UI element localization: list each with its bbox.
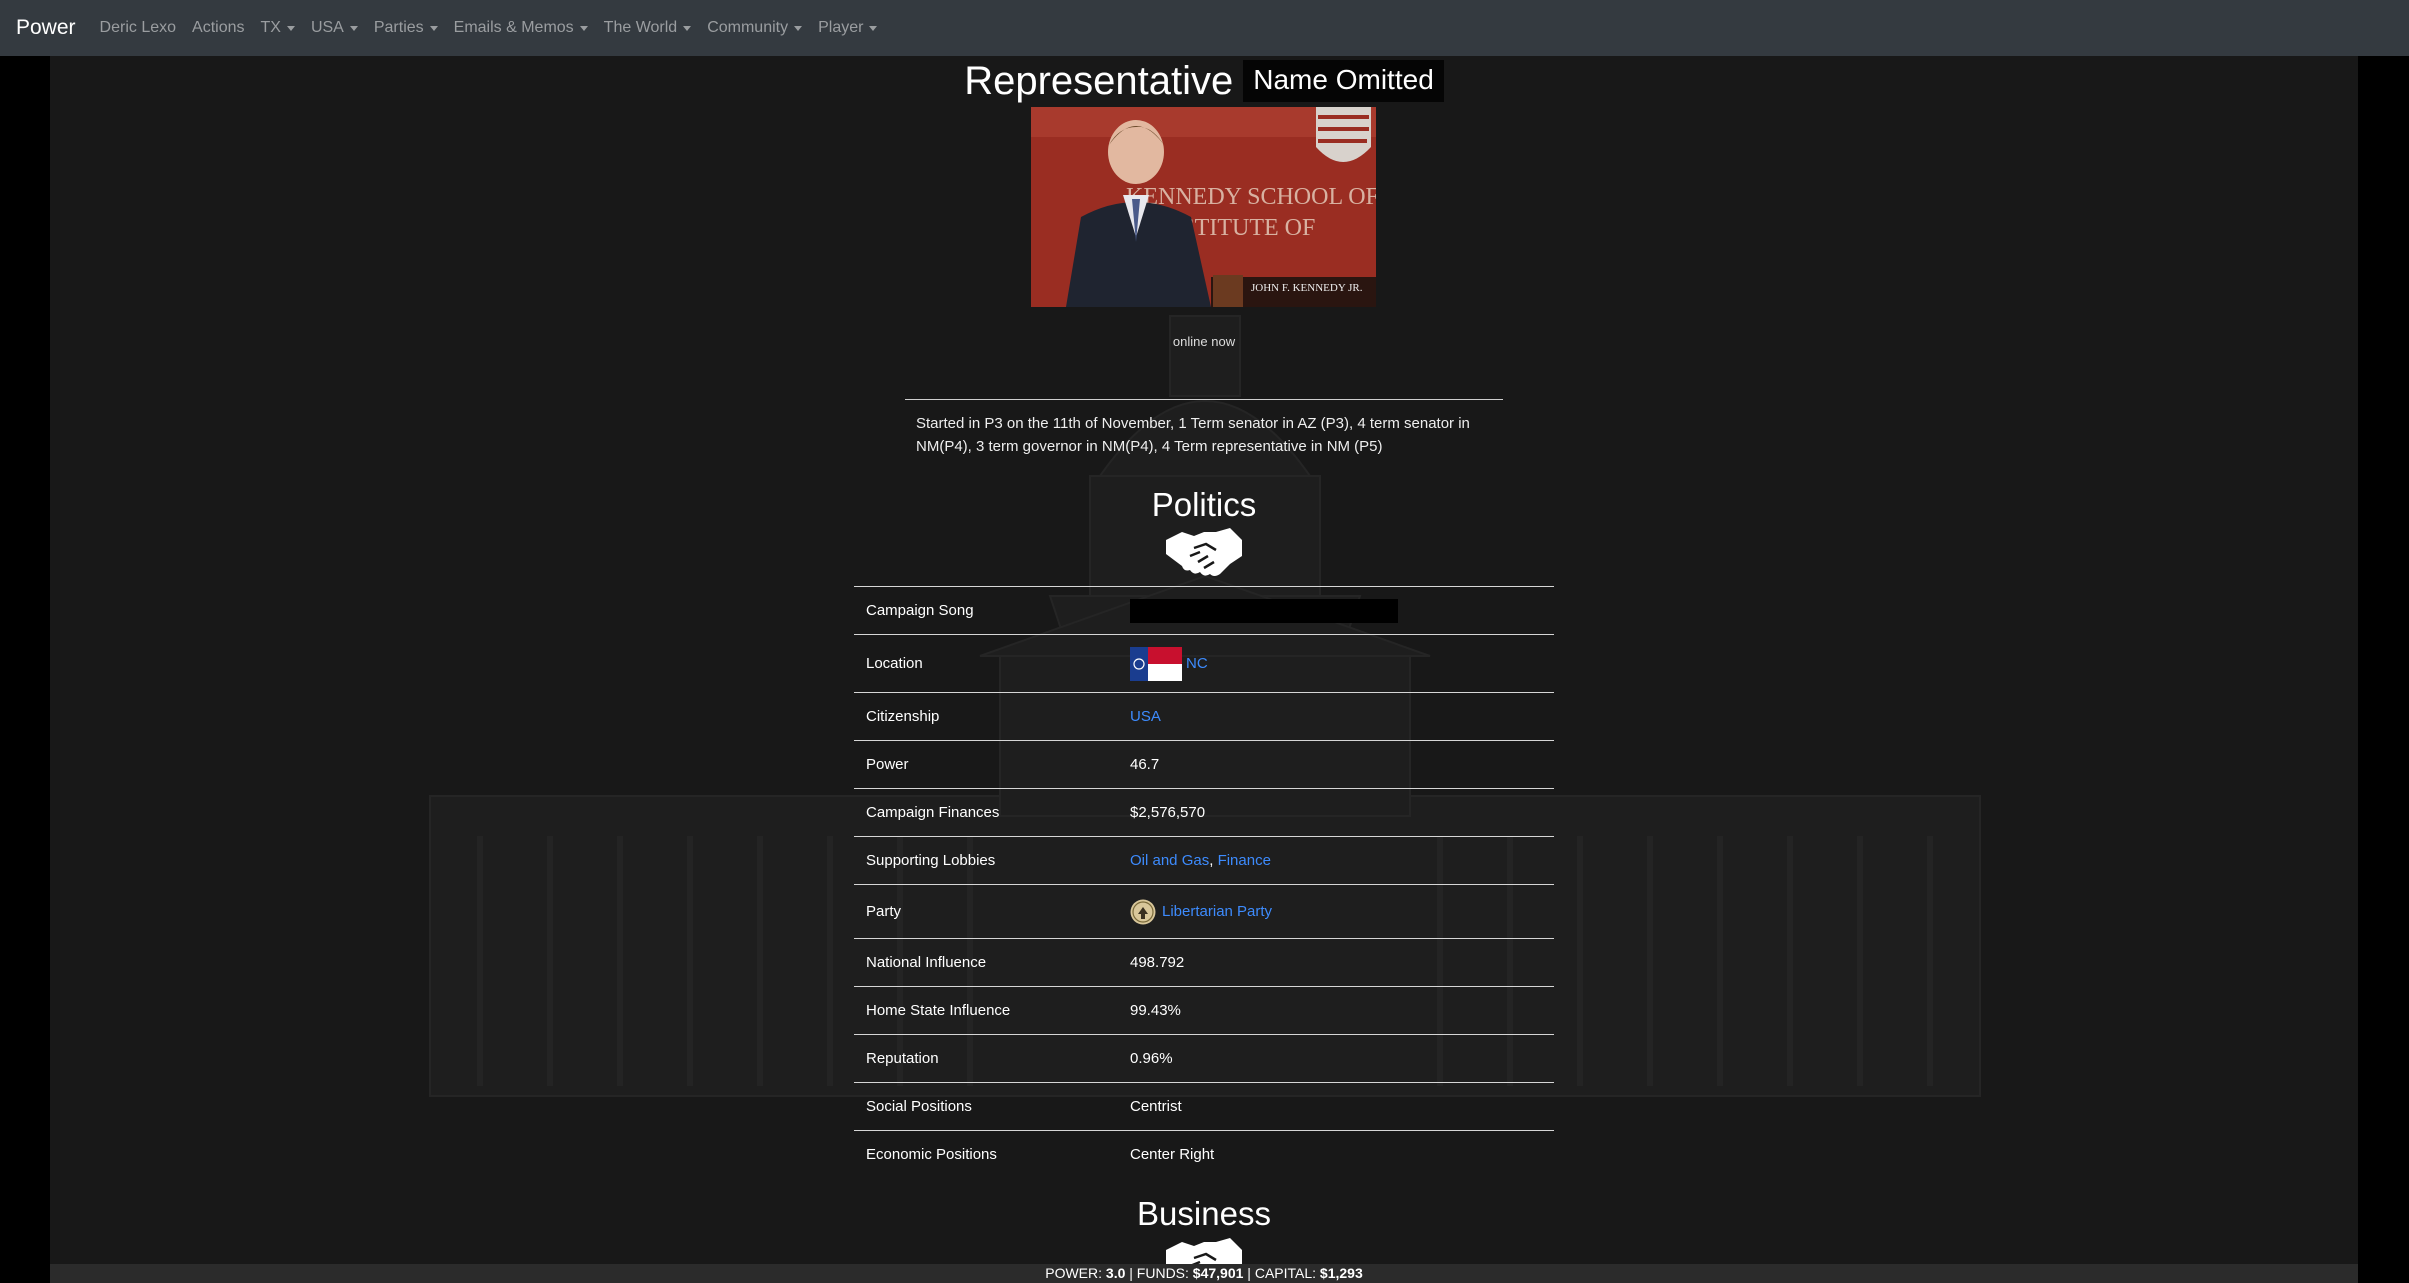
funds-stat: $47,901 — [1192, 1265, 1244, 1281]
party-value: Libertarian Party — [1118, 884, 1554, 939]
economic-positions-value: Center Right — [1118, 1130, 1554, 1179]
profile-photo-image: KENNEDY SCHOOL OF INSTITUTE OF JOHN F. K… — [1031, 107, 1376, 307]
nav-item-deric-lexo[interactable]: Deric Lexo — [100, 19, 176, 37]
table-row: Economic Positions Center Right — [854, 1130, 1554, 1179]
status-separator: | — [1125, 1265, 1137, 1281]
lobby-link-finance[interactable]: Finance — [1218, 852, 1271, 869]
location-link[interactable]: NC — [1186, 654, 1208, 671]
nav-item-actions[interactable]: Actions — [192, 19, 244, 37]
national-influence-value: 498.792 — [1118, 938, 1554, 987]
redacted-block — [1130, 598, 1398, 623]
row-label: Location — [854, 634, 1118, 693]
row-label: Supporting Lobbies — [854, 836, 1118, 885]
row-label: Reputation — [854, 1034, 1118, 1083]
brand-link[interactable]: Power — [16, 16, 76, 40]
citizenship-link[interactable]: USA — [1130, 708, 1161, 725]
reputation-value: 0.96% — [1118, 1034, 1554, 1083]
table-row: National Influence 498.792 — [854, 938, 1554, 987]
libertarian-party-icon — [1130, 899, 1156, 924]
table-row: Social Positions Centrist — [854, 1082, 1554, 1131]
nav-item-emails-memos[interactable]: Emails & Memos — [454, 19, 588, 37]
table-row: Campaign Song — [854, 586, 1554, 635]
campaign-song-value — [1118, 586, 1554, 635]
politics-heading: Politics — [1151, 486, 1257, 523]
table-row: Home State Influence 99.43% — [854, 986, 1554, 1035]
table-row: Reputation 0.96% — [854, 1034, 1554, 1083]
row-label: Campaign Song — [854, 586, 1118, 635]
nav-item-usa[interactable]: USA — [311, 19, 358, 37]
row-label: Party — [854, 884, 1118, 939]
table-row: Supporting Lobbies Oil and Gas, Finance — [854, 836, 1554, 885]
row-label: Citizenship — [854, 692, 1118, 741]
power-value: 46.7 — [1118, 740, 1554, 789]
power-stat: 3.0 — [1105, 1265, 1126, 1281]
business-heading: Business — [1137, 1195, 1271, 1232]
nav-item-community[interactable]: Community — [707, 19, 803, 37]
resource-status-bar: POWER: 3.0 | FUNDS: $47,901 | CAPITAL: $… — [50, 1264, 2358, 1283]
table-row: Campaign Finances $2,576,570 — [854, 788, 1554, 837]
row-label: National Influence — [854, 938, 1118, 987]
caret-down-icon — [429, 25, 438, 31]
table-row: Location NC — [854, 634, 1554, 693]
table-row: Party Libertarian Party — [854, 884, 1554, 939]
capital-stat: $1,293 — [1319, 1265, 1363, 1281]
profile-bio: Started in P3 on the 11th of November, 1… — [916, 415, 1470, 455]
row-label: Home State Influence — [854, 986, 1118, 1035]
caret-down-icon — [869, 25, 878, 31]
profile-photo: KENNEDY SCHOOL OF INSTITUTE OF JOHN F. K… — [1031, 107, 1376, 307]
funds-label: FUNDS: — [1136, 1265, 1193, 1281]
profile-name: Name Omitted — [1243, 60, 1444, 102]
status-separator: | — [1243, 1265, 1255, 1281]
caret-down-icon — [579, 25, 588, 31]
nav-label: Community — [707, 19, 789, 36]
main-content-panel: Representative Name Omitted KENNEDY SCHO… — [50, 56, 2358, 1283]
handshake-icon — [1166, 528, 1242, 576]
photo-caption: JOHN F. KENNEDY JR. — [1251, 282, 1363, 294]
profile-title: Representative — [964, 58, 1234, 103]
party-link[interactable]: Libertarian Party — [1162, 902, 1272, 919]
nav-item-the-world[interactable]: The World — [604, 19, 692, 37]
nav-label: Deric Lexo — [99, 19, 177, 36]
caret-down-icon — [286, 25, 295, 31]
row-label: Campaign Finances — [854, 788, 1118, 837]
row-label: Power — [854, 740, 1118, 789]
lobby-link-oil-and-gas[interactable]: Oil and Gas — [1130, 852, 1209, 869]
citizenship-value: USA — [1118, 692, 1554, 741]
nav-label: Actions — [192, 19, 245, 36]
row-label: Economic Positions — [854, 1130, 1118, 1179]
row-label: Social Positions — [854, 1082, 1118, 1131]
power-label: POWER: — [1045, 1265, 1106, 1281]
nav-label: The World — [603, 19, 678, 36]
profile-content: Representative Name Omitted KENNEDY SCHO… — [50, 56, 2358, 1283]
nc-flag-icon — [1130, 646, 1182, 681]
divider — [905, 399, 1503, 400]
caret-down-icon — [794, 25, 803, 31]
nav-label: Emails & Memos — [453, 19, 574, 36]
nav-item-parties[interactable]: Parties — [374, 19, 438, 37]
table-row: Citizenship USA — [854, 692, 1554, 741]
nav-label: Player — [818, 19, 864, 36]
top-navbar: Power Deric Lexo Actions TX USA Parties … — [0, 0, 2409, 56]
table-row: Power 46.7 — [854, 740, 1554, 789]
caret-down-icon — [349, 25, 358, 31]
politics-table: Campaign Song Location NC Citizenship US… — [854, 586, 1554, 1179]
nav-label: USA — [310, 19, 344, 36]
campaign-finances-value: $2,576,570 — [1118, 788, 1554, 837]
lobby-separator: , — [1209, 852, 1218, 869]
nav-item-tx[interactable]: TX — [260, 19, 295, 37]
profile-header: Representative Name Omitted — [50, 56, 2358, 106]
supporting-lobbies-value: Oil and Gas, Finance — [1118, 836, 1554, 885]
nav-item-player[interactable]: Player — [818, 19, 878, 37]
social-positions-value: Centrist — [1118, 1082, 1554, 1131]
online-status: online now — [1172, 334, 1236, 349]
nav-label: Parties — [373, 19, 424, 36]
capital-label: CAPITAL: — [1254, 1265, 1320, 1281]
caret-down-icon — [683, 25, 692, 31]
home-state-influence-value: 99.43% — [1118, 986, 1554, 1035]
location-value: NC — [1118, 634, 1554, 693]
nav-label: TX — [260, 19, 281, 36]
